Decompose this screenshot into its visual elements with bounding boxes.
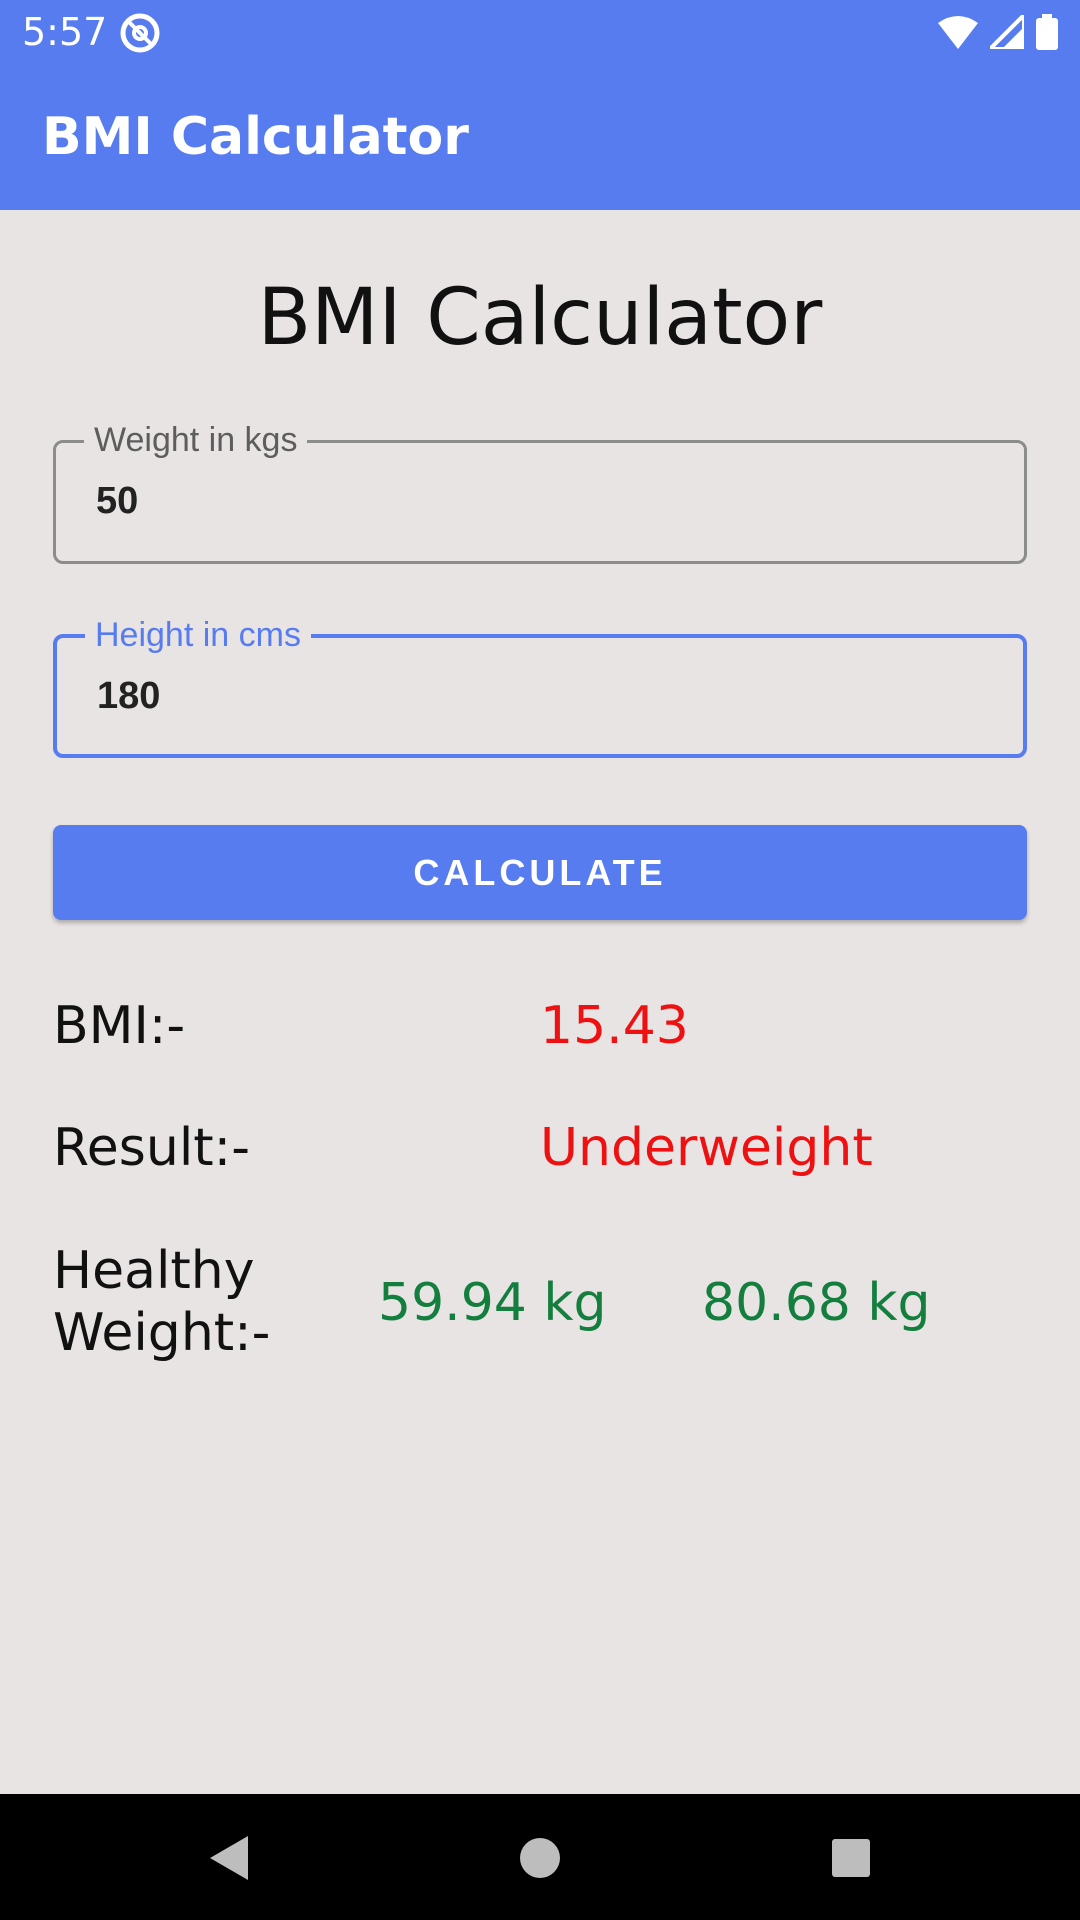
result-label: Result:- (53, 1118, 250, 1178)
healthy-weight-max: 80.68 kg (702, 1273, 931, 1333)
cell-signal-icon (990, 15, 1024, 49)
back-icon[interactable] (200, 1830, 256, 1886)
battery-icon (1036, 14, 1058, 50)
nav-bar (0, 1794, 1080, 1920)
bmi-label: BMI:- (53, 996, 186, 1056)
page-heading: BMI Calculator (257, 273, 823, 363)
app-bar: BMI Calculator (0, 63, 1080, 210)
height-field-label: Height in cms (85, 614, 311, 656)
app-bar-title: BMI Calculator (42, 107, 469, 167)
weight-input[interactable] (96, 477, 976, 525)
recents-icon[interactable] (823, 1830, 879, 1886)
healthy-weight-label-line1: Healthy (53, 1241, 255, 1301)
height-input[interactable] (97, 672, 977, 720)
height-field[interactable]: Height in cms (53, 614, 1027, 758)
calculate-button[interactable]: CALCULATE (53, 825, 1027, 920)
at-sign-icon (120, 13, 160, 53)
status-icons (938, 12, 1058, 52)
bmi-value: 15.43 (540, 996, 689, 1056)
wifi-icon (938, 16, 978, 49)
home-icon[interactable] (512, 1830, 568, 1886)
weight-field[interactable]: Weight in kgs (53, 419, 1027, 564)
healthy-weight-min: 59.94 kg (378, 1273, 607, 1333)
status-time: 5:57 (22, 10, 108, 54)
healthy-weight-label-line2: Weight:- (53, 1303, 271, 1363)
status-bar: 5:57 (0, 0, 1080, 63)
weight-field-label: Weight in kgs (84, 419, 308, 461)
result-value: Underweight (540, 1118, 873, 1178)
